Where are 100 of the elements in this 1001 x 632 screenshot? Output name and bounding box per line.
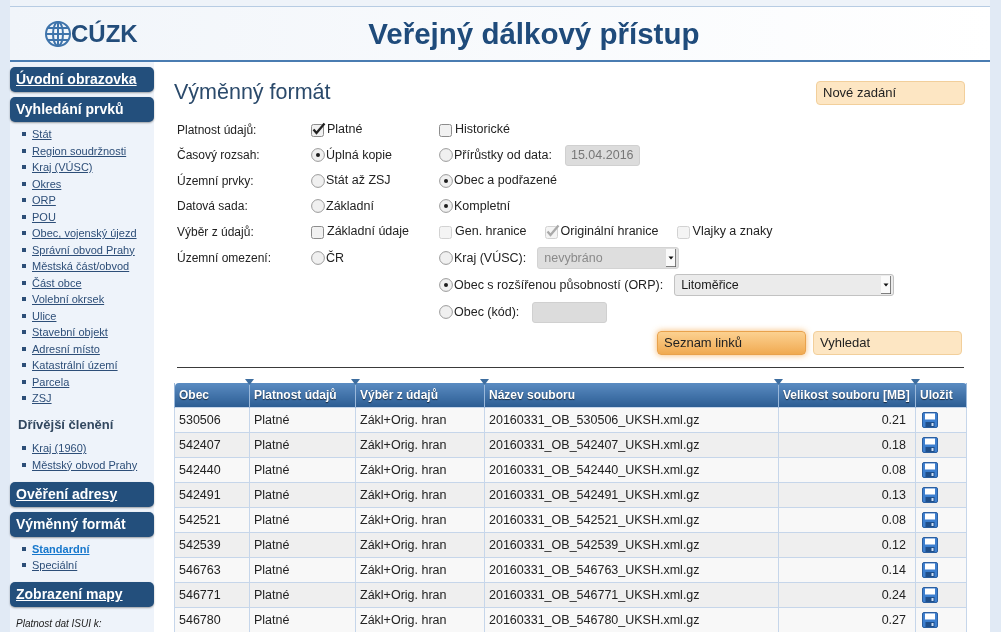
bullet-icon	[22, 546, 26, 551]
bullet-icon	[22, 148, 26, 153]
nav-link[interactable]: Úvodní obrazovka	[10, 67, 154, 92]
bullet-icon	[22, 313, 26, 318]
sidebar-link[interactable]: Obec, vojenský újezd	[32, 225, 137, 242]
radio-button[interactable]	[439, 148, 453, 163]
bullet-icon	[22, 297, 26, 302]
table-cell: Zákl+Orig. hran	[355, 407, 485, 433]
bullet-icon	[22, 462, 26, 467]
nav-header[interactable]: Vyhledání prvků	[10, 97, 154, 122]
save-icon[interactable]	[922, 537, 938, 553]
sidebar-link[interactable]: Městský obvod Prahy	[32, 456, 138, 473]
sidebar-link[interactable]: Městská část/obvod	[32, 258, 130, 275]
table-cell: 0.13	[778, 482, 916, 508]
table-cell: 542539	[174, 532, 250, 558]
checkbox[interactable]	[439, 122, 454, 138]
sidebar-link[interactable]: Katastrální území	[32, 357, 118, 374]
table-cell: 20160331_OB_546771_UKSH.xml.gz	[484, 582, 779, 608]
sidebar-link[interactable]: Adresní místo	[32, 340, 100, 357]
option-label: Platné	[327, 121, 363, 139]
dropdown[interactable]: Litoměřice	[674, 274, 895, 296]
new-query-button[interactable]: Nové zadání	[816, 81, 965, 105]
form-label: Platnost údajů:	[177, 121, 257, 139]
save-icon[interactable]	[922, 462, 938, 478]
sidebar-link[interactable]: Stavební objekt	[32, 324, 108, 341]
sidebar-link[interactable]: Správní obvod Prahy	[32, 241, 135, 258]
save-icon[interactable]	[922, 412, 938, 428]
nav-header[interactable]: Výměnný formát	[10, 511, 154, 537]
table-cell: 542521	[174, 507, 250, 533]
globe-icon	[45, 19, 71, 48]
option-label: Úplná kopie	[326, 146, 392, 164]
sidebar-link[interactable]: Kraj (VÚSC)	[32, 159, 93, 176]
radio-button[interactable]	[439, 173, 453, 188]
sidebar-link[interactable]: Část obce	[32, 274, 82, 291]
option-label: Originální hranice	[560, 223, 659, 241]
sidebar-link[interactable]: Region soudržnosti	[32, 142, 127, 159]
bullet-icon	[22, 396, 26, 401]
dropdown-arrow-icon	[666, 249, 677, 267]
radio-button[interactable]	[311, 173, 325, 188]
sidebar-link[interactable]: Okres	[32, 175, 62, 192]
bullet-icon	[22, 446, 26, 451]
form-label: Územní prvky:	[177, 172, 254, 190]
option-label: Základní	[326, 197, 374, 215]
sidebar-link[interactable]: Standardní	[32, 540, 90, 557]
sidebar-link[interactable]: ZSJ	[32, 390, 52, 407]
save-icon[interactable]	[922, 612, 938, 628]
dropdown-arrow-icon	[881, 276, 892, 294]
nav-link[interactable]: Zobrazení mapy	[10, 582, 154, 607]
table-header-cell[interactable]: Obec	[174, 382, 250, 408]
table-cell: Platné	[249, 557, 356, 583]
radio-button[interactable]	[439, 251, 453, 265]
table-cell: 0.14	[778, 557, 916, 583]
option-label: Obec (kód):	[454, 303, 520, 321]
radio-button[interactable]	[439, 199, 453, 214]
sidebar-link[interactable]: Kraj (1960)	[32, 440, 87, 457]
table-cell: 542491	[174, 482, 250, 508]
form-label: Územní omezení:	[177, 249, 272, 267]
sidebar-link[interactable]: ORP	[32, 192, 56, 209]
radio-button[interactable]	[311, 148, 325, 163]
bullet-icon	[22, 346, 26, 351]
form-button[interactable]: Vyhledat	[813, 330, 962, 355]
table-cell: Zákl+Orig. hran	[355, 482, 485, 508]
table-cell: 20160331_OB_530506_UKSH.xml.gz	[484, 407, 779, 433]
radio-button[interactable]	[439, 278, 453, 292]
save-icon[interactable]	[922, 512, 938, 528]
radio-button[interactable]	[311, 199, 325, 214]
bullet-icon	[22, 165, 26, 170]
table-cell: Zákl+Orig. hran	[355, 457, 485, 483]
table-cell: 530506	[174, 407, 250, 433]
column-marker-icon	[774, 378, 783, 385]
form-button[interactable]: Seznam linků	[657, 330, 806, 355]
save-icon[interactable]	[922, 562, 938, 578]
validity-note: Platnost dat ISUI k:	[15, 617, 103, 629]
save-icon[interactable]	[922, 437, 938, 453]
option-label: Obec a podřazené	[454, 172, 557, 190]
checkbox[interactable]	[311, 122, 326, 138]
radio-button[interactable]	[439, 305, 453, 319]
bullet-icon	[22, 563, 26, 568]
table-cell: Platné	[249, 432, 356, 458]
option-label: ČR	[326, 249, 345, 267]
bullet-icon	[22, 198, 26, 203]
column-marker-icon	[480, 378, 489, 385]
save-icon[interactable]	[922, 487, 938, 503]
table-cell: Platné	[249, 482, 356, 508]
save-icon[interactable]	[922, 587, 938, 603]
table-cell: Platné	[249, 532, 356, 558]
sidebar-link[interactable]: POU	[32, 208, 56, 225]
radio-button[interactable]	[311, 251, 325, 265]
option-label: Kompletní	[454, 197, 511, 215]
nav-link[interactable]: Ověření adresy	[10, 481, 154, 507]
sidebar-link[interactable]: Ulice	[32, 307, 57, 324]
sidebar-link[interactable]: Stát	[32, 126, 52, 143]
sidebar-link[interactable]: Speciální	[32, 557, 78, 574]
table-cell: 20160331_OB_542407_UKSH.xml.gz	[484, 432, 779, 458]
sidebar-link[interactable]: Parcela	[32, 373, 70, 390]
table-cell: 546763	[174, 557, 250, 583]
checkbox[interactable]	[311, 224, 326, 240]
sidebar-link[interactable]: Volební okrsek	[32, 291, 105, 308]
bullet-icon	[22, 214, 26, 219]
option-label: Stát až ZSJ	[326, 172, 391, 190]
